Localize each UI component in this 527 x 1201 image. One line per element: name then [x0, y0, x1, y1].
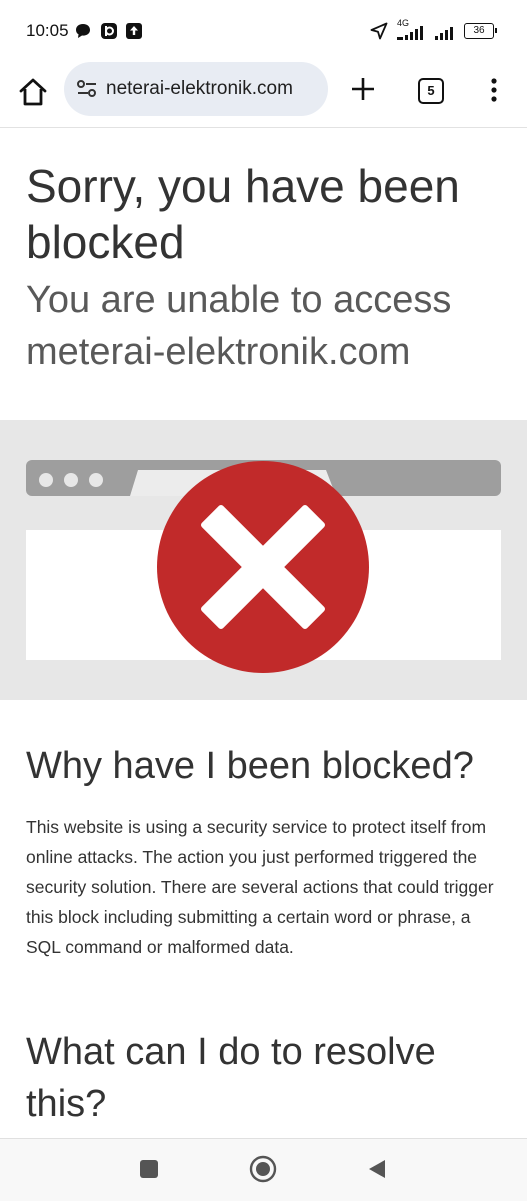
app-notification-icon: [101, 23, 117, 39]
tab-switcher-button[interactable]: 5: [418, 78, 444, 104]
site-settings-icon[interactable]: [76, 79, 98, 99]
address-bar[interactable]: neterai-elektronik.com: [64, 62, 328, 116]
url-text[interactable]: neterai-elektronik.com: [106, 78, 293, 100]
recent-apps-icon[interactable]: [139, 1159, 159, 1179]
status-time: 10:05: [26, 21, 69, 40]
page-content: Sorry, you have been blocked You are una…: [0, 128, 527, 1138]
browser-toolbar: neterai-elektronik.com 5: [0, 62, 527, 128]
signal-strength-icon: [397, 26, 423, 40]
why-blocked-text: This website is using a security service…: [26, 817, 494, 957]
status-bar: 10:05 4G 36: [0, 0, 527, 62]
resolve-heading: What can I do to resolve this?: [26, 1031, 436, 1125]
upload-notification-icon: [126, 23, 142, 39]
more-menu-icon[interactable]: [484, 76, 504, 104]
home-icon[interactable]: [16, 75, 50, 109]
chat-bubble-icon: [76, 24, 90, 38]
system-navigation-bar: [0, 1138, 527, 1201]
blocked-illustration: [0, 420, 527, 700]
battery-tip: [495, 28, 497, 33]
block-header: Sorry, you have been blocked You are una…: [0, 128, 527, 420]
explanation-section: Why have I been blocked? This website is…: [0, 700, 527, 1138]
location-arrow-icon: [370, 22, 388, 40]
why-blocked-heading: Why have I been blocked?: [26, 745, 474, 787]
signal-strength-secondary-icon: [435, 27, 453, 40]
new-tab-icon[interactable]: [348, 74, 378, 104]
home-circle-icon[interactable]: [249, 1155, 277, 1183]
page-subtitle: You are unable to access meterai-elektro…: [26, 279, 452, 373]
error-x-icon: [157, 461, 369, 673]
back-icon[interactable]: [367, 1158, 387, 1180]
page-title: Sorry, you have been blocked: [26, 160, 460, 268]
battery-icon: 36: [464, 23, 494, 39]
